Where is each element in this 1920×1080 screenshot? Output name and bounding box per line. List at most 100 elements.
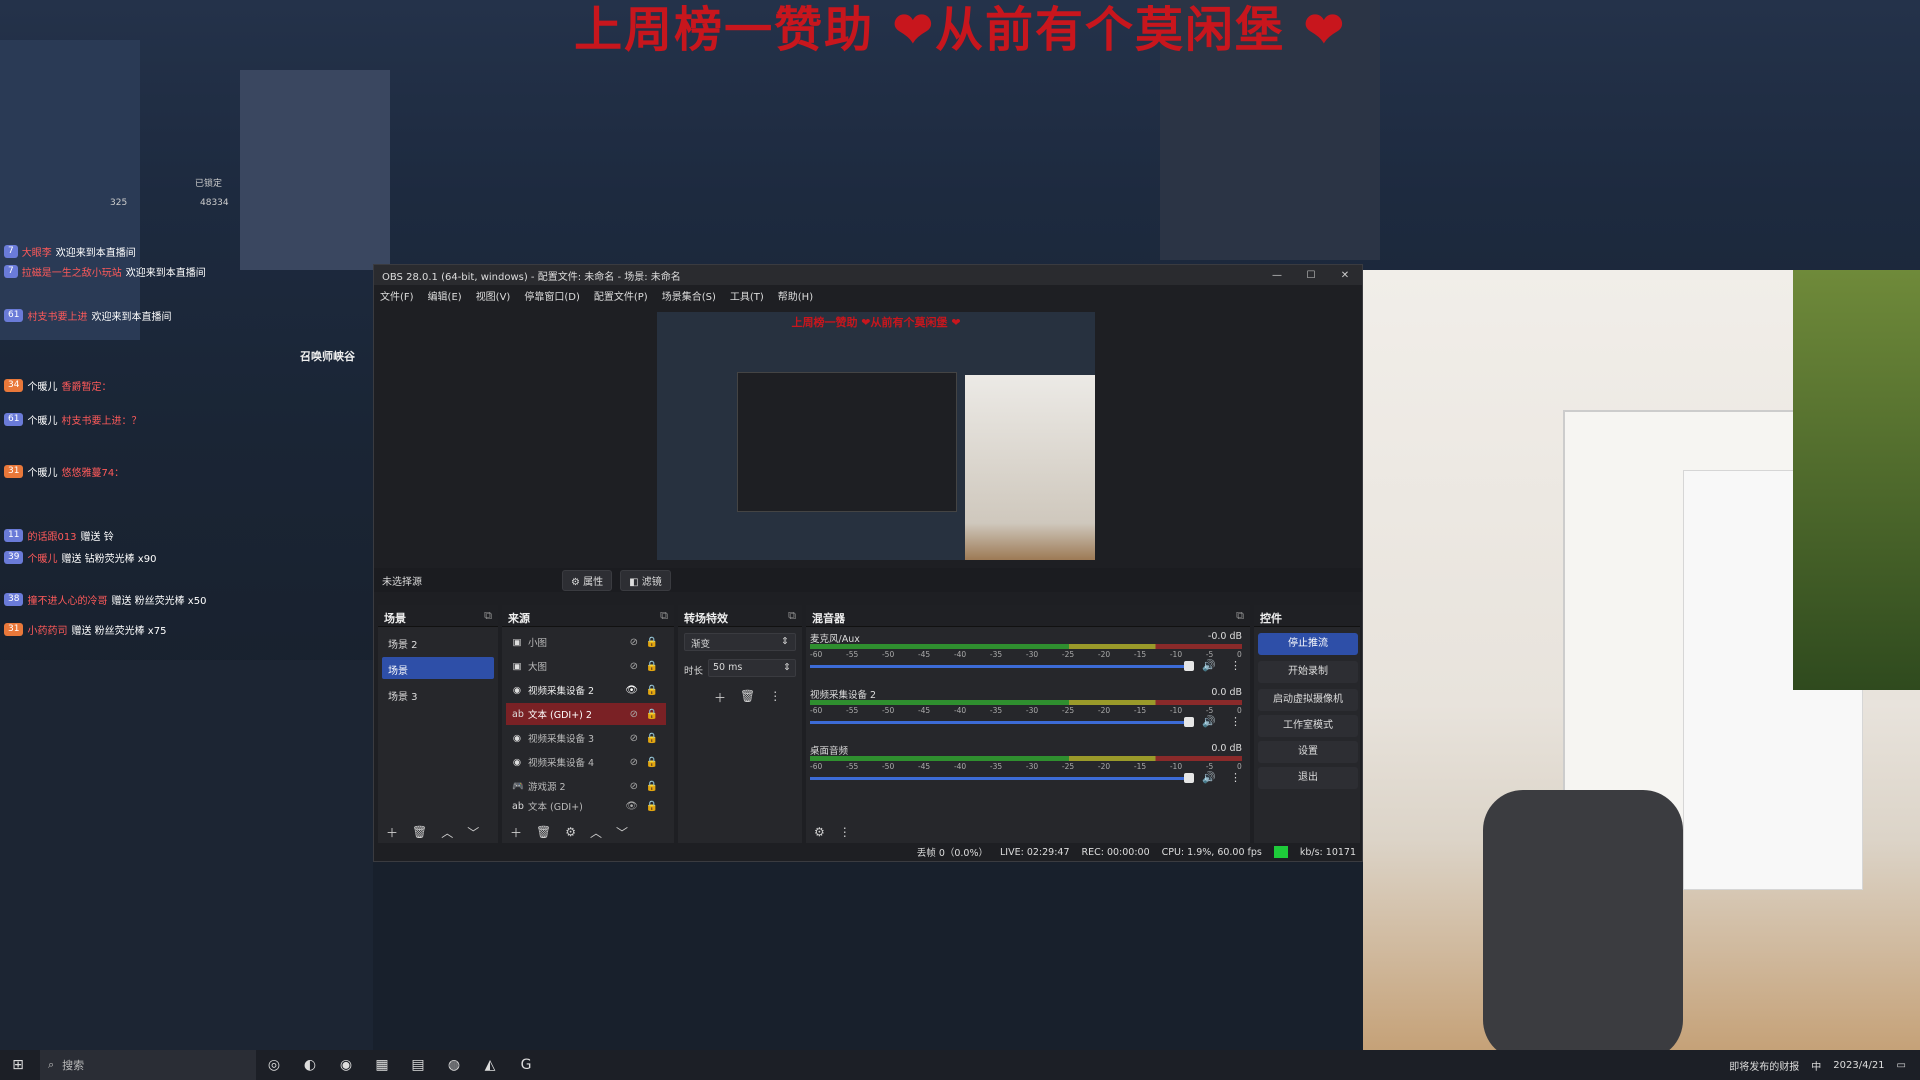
- mixer-channel: 视频采集设备 2 0.0 dB -60 -55 -50 -45 -40 -35 -30 -25…: [810, 687, 1242, 728]
- lock-icon[interactable]: 🔒: [646, 801, 658, 812]
- source-item[interactable]: ▣ 大图 ⊘ 🔒: [506, 655, 666, 677]
- menu-tools[interactable]: 工具(T): [730, 288, 764, 303]
- menu-profile[interactable]: 配置文件(P): [594, 288, 648, 303]
- eye-hidden-icon[interactable]: ⊘: [630, 709, 638, 720]
- move-down-icon[interactable]: ﹀: [616, 824, 628, 841]
- menu-scene-collection[interactable]: 场景集合(S): [662, 288, 716, 303]
- eye-hidden-icon[interactable]: ⊘: [630, 661, 638, 672]
- menu-edit[interactable]: 编辑(E): [428, 288, 462, 303]
- steam-icon[interactable]: ◎: [256, 1050, 292, 1080]
- slider-handle[interactable]: [1184, 773, 1194, 783]
- eye-hidden-icon[interactable]: ⊘: [630, 733, 638, 744]
- speaker-icon[interactable]: 🔊: [1202, 715, 1216, 728]
- more-icon[interactable]: ⋮: [1230, 659, 1241, 672]
- news-widget[interactable]: 即将发布的财报: [1729, 1058, 1799, 1073]
- camera-icon: ◉: [512, 756, 522, 768]
- volume-slider[interactable]: [810, 777, 1190, 780]
- source-item[interactable]: ab 文本 (GDI+) 2 ⊘ 🔒: [506, 703, 666, 725]
- lock-icon[interactable]: 🔒: [646, 757, 658, 768]
- notification-icon[interactable]: ▭: [1897, 1060, 1906, 1071]
- undock-icon[interactable]: ⧉: [484, 609, 492, 623]
- more-icon[interactable]: ⋮: [839, 825, 851, 839]
- lock-icon[interactable]: 🔒: [646, 685, 658, 696]
- slider-handle[interactable]: [1184, 717, 1194, 727]
- scene-item[interactable]: 场景: [382, 657, 494, 679]
- netease-music-icon[interactable]: ◍: [436, 1050, 472, 1080]
- edge-icon[interactable]: ◐: [292, 1050, 328, 1080]
- more-icon[interactable]: ⋮: [769, 689, 781, 706]
- eye-icon[interactable]: 👁: [625, 801, 638, 812]
- trash-icon[interactable]: 🗑: [536, 825, 551, 839]
- lock-icon[interactable]: 🔒: [646, 661, 658, 672]
- add-icon[interactable]: ＋: [386, 824, 398, 841]
- stop-streaming-button[interactable]: 停止推流: [1258, 633, 1358, 655]
- minimize-icon[interactable]: —: [1260, 270, 1294, 281]
- league-icon[interactable]: ◭: [472, 1050, 508, 1080]
- gear-icon[interactable]: ⚙: [565, 825, 576, 839]
- chat-message: 31 小药药司 赠送 粉丝荧光棒 x75: [4, 620, 166, 638]
- speaker-icon[interactable]: 🔊: [1202, 771, 1216, 784]
- maximize-icon[interactable]: ☐: [1294, 270, 1328, 281]
- lock-icon[interactable]: 🔒: [646, 637, 658, 648]
- scene-item[interactable]: 场景 3: [382, 683, 494, 705]
- move-down-icon[interactable]: ﹀: [467, 824, 479, 841]
- undock-icon[interactable]: ⧉: [1236, 609, 1244, 623]
- settings-button[interactable]: 设置: [1258, 741, 1358, 763]
- source-item[interactable]: ab 文本 (GDI+) 👁 🔒: [506, 799, 666, 814]
- source-item[interactable]: ◉ 视频采集设备 4 ⊘ 🔒: [506, 751, 666, 773]
- clock-date[interactable]: 2023/4/21: [1833, 1060, 1884, 1071]
- mixer-title: 混音器: [812, 612, 845, 625]
- app-icon[interactable]: G: [508, 1050, 544, 1080]
- move-up-icon[interactable]: ︿: [590, 824, 602, 841]
- obs-titlebar: OBS 28.0.1 (64-bit, windows) - 配置文件: 未命名…: [374, 265, 1362, 285]
- mixer-settings-icon[interactable]: ⚙: [814, 825, 825, 839]
- virtual-camera-button[interactable]: 启动虚拟摄像机: [1258, 689, 1358, 711]
- source-item[interactable]: ◉ 视频采集设备 3 ⊘ 🔒: [506, 727, 666, 749]
- menu-file[interactable]: 文件(F): [380, 288, 414, 303]
- windows-start-icon[interactable]: ⊞: [0, 1050, 36, 1080]
- transition-select[interactable]: 渐变 ⇕: [684, 633, 796, 651]
- volume-slider[interactable]: [810, 665, 1190, 668]
- search-box[interactable]: ⌕ 搜索: [40, 1050, 256, 1080]
- menu-help[interactable]: 帮助(H): [778, 288, 813, 303]
- app-icon[interactable]: ▤: [400, 1050, 436, 1080]
- more-icon[interactable]: ⋮: [1230, 715, 1241, 728]
- ime-indicator[interactable]: 中: [1811, 1058, 1821, 1073]
- lock-icon[interactable]: 🔒: [646, 781, 658, 792]
- close-icon[interactable]: ✕: [1328, 270, 1362, 281]
- menu-view[interactable]: 视图(V): [476, 288, 511, 303]
- eye-hidden-icon[interactable]: ⊘: [630, 757, 638, 768]
- move-up-icon[interactable]: ︿: [441, 824, 453, 841]
- start-recording-button[interactable]: 开始录制: [1258, 661, 1358, 683]
- source-item[interactable]: ◉ 视频采集设备 2 👁 🔒: [506, 679, 666, 701]
- eye-hidden-icon[interactable]: ⊘: [630, 637, 638, 648]
- exit-button[interactable]: 退出: [1258, 767, 1358, 789]
- scene-item[interactable]: 场景 2: [382, 631, 494, 653]
- image-icon: ▣: [512, 660, 522, 672]
- menu-docks[interactable]: 停靠窗口(D): [524, 288, 580, 303]
- preview-camera: [965, 375, 1095, 560]
- undock-icon[interactable]: ⧉: [660, 609, 668, 623]
- volume-slider[interactable]: [810, 721, 1190, 724]
- slider-handle[interactable]: [1184, 661, 1194, 671]
- lock-icon[interactable]: 🔒: [646, 709, 658, 720]
- trash-icon[interactable]: 🗑: [740, 689, 755, 706]
- preview-canvas[interactable]: 上周榜一赞助 ❤从前有个莫闲堡 ❤: [657, 312, 1095, 560]
- obs-icon[interactable]: ◉: [328, 1050, 364, 1080]
- app-icon[interactable]: ▦: [364, 1050, 400, 1080]
- add-icon[interactable]: ＋: [714, 689, 726, 706]
- eye-icon[interactable]: 👁: [625, 685, 638, 696]
- source-item[interactable]: ▣ 小图 ⊘ 🔒: [506, 631, 666, 653]
- filters-button[interactable]: ◧ 滤镜: [620, 569, 671, 591]
- trash-icon[interactable]: 🗑: [412, 825, 427, 839]
- properties-button[interactable]: ⚙ 属性: [562, 569, 613, 591]
- lock-icon[interactable]: 🔒: [646, 733, 658, 744]
- speaker-icon[interactable]: 🔊: [1202, 659, 1216, 672]
- duration-input[interactable]: 50 ms ⇕: [708, 659, 796, 677]
- undock-icon[interactable]: ⧉: [788, 609, 796, 623]
- source-item[interactable]: 🎮 游戏源 2 ⊘ 🔒: [506, 775, 666, 797]
- add-icon[interactable]: ＋: [510, 824, 522, 841]
- studio-mode-button[interactable]: 工作室模式: [1258, 715, 1358, 737]
- more-icon[interactable]: ⋮: [1230, 771, 1241, 784]
- eye-hidden-icon[interactable]: ⊘: [630, 781, 638, 792]
